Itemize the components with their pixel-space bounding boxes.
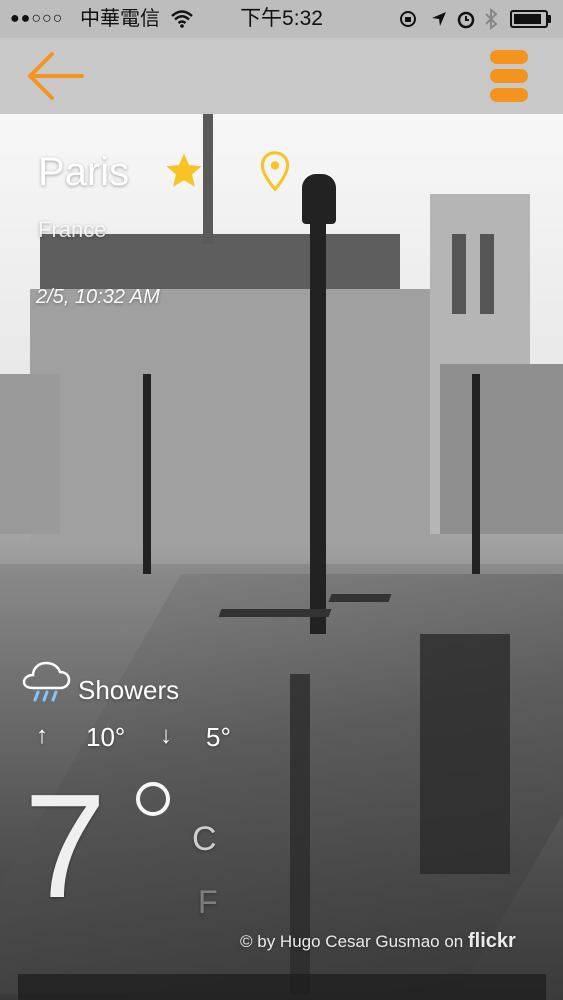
tower-window xyxy=(452,234,466,314)
location-arrow-icon xyxy=(430,0,448,38)
battery-cap xyxy=(548,15,551,23)
tower-window xyxy=(480,234,494,314)
bluetooth-icon xyxy=(484,0,498,38)
degree-icon xyxy=(136,782,170,816)
lamp-post xyxy=(143,374,151,574)
reflection xyxy=(420,634,510,874)
unit-fahrenheit-toggle[interactable]: F xyxy=(198,884,218,921)
building-left xyxy=(0,374,60,534)
arrow-down-icon: ↓ xyxy=(160,722,172,749)
menu-icon-bar xyxy=(490,69,528,83)
low-temperature: 5° xyxy=(206,722,231,752)
status-bar: ●●○○○ 中華電信 下午5:32 xyxy=(0,0,563,38)
bench xyxy=(218,609,332,617)
photo-credit-text: © by Hugo Cesar Gusmao on xyxy=(240,932,464,951)
flickr-logo: flickr xyxy=(467,930,516,952)
lamp-post xyxy=(472,374,480,574)
photo-credit[interactable]: © by Hugo Cesar Gusmao on flickr xyxy=(240,930,516,953)
showers-icon xyxy=(20,660,72,706)
arrow-left-icon xyxy=(28,52,84,100)
back-button[interactable] xyxy=(22,48,86,104)
lamp-head xyxy=(302,174,336,224)
status-time: 下午5:32 xyxy=(240,7,323,30)
bench xyxy=(328,594,392,602)
menu-icon xyxy=(490,50,528,64)
battery-level xyxy=(514,14,541,24)
menu-icon-bar xyxy=(490,88,528,102)
building-roof xyxy=(40,234,400,294)
country-name: France xyxy=(38,217,107,242)
weather-condition: Showers xyxy=(78,675,180,705)
battery-icon xyxy=(510,10,548,28)
arrow-up-icon: ↑ xyxy=(36,722,48,749)
location-pin-icon[interactable] xyxy=(258,150,292,192)
nav-bar xyxy=(0,38,563,114)
city-name: Paris xyxy=(38,150,130,194)
building-right xyxy=(440,364,563,534)
local-datetime: 2/5, 10:32 AM xyxy=(36,286,160,308)
current-temperature: 7 xyxy=(24,764,107,929)
alarm-icon xyxy=(456,0,476,38)
lamp-post xyxy=(310,204,326,634)
building-facade xyxy=(30,289,440,549)
unit-celsius-toggle[interactable]: C xyxy=(192,820,217,859)
menu-button[interactable] xyxy=(486,44,532,108)
bottom-bar xyxy=(18,974,546,1000)
favorite-star-icon[interactable] xyxy=(163,150,205,192)
rotation-lock-icon xyxy=(398,0,418,38)
high-temperature: 10° xyxy=(86,722,126,752)
